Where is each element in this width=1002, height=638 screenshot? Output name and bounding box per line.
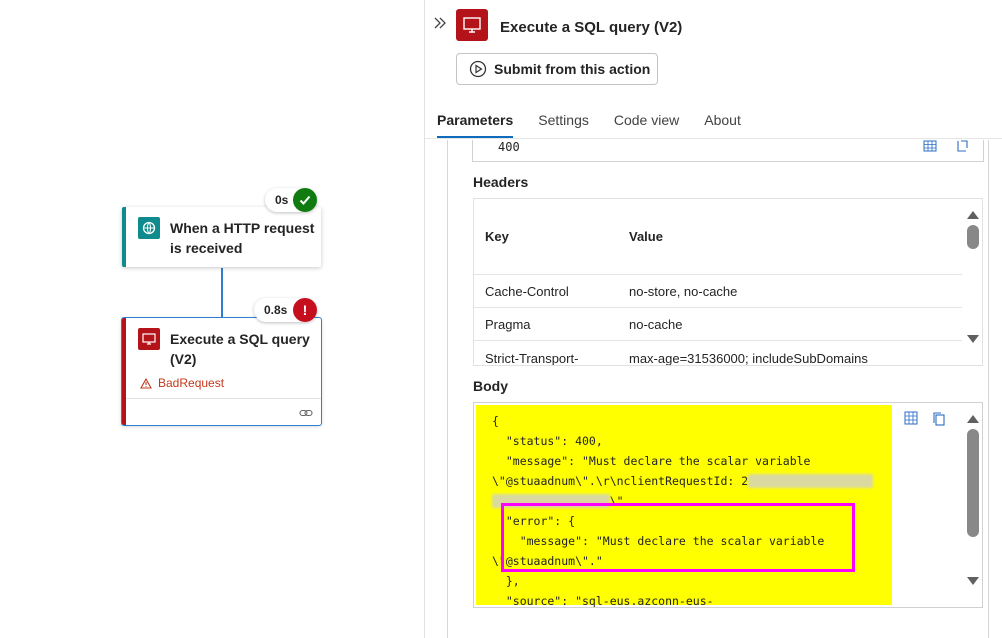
tab-settings[interactable]: Settings: [538, 110, 589, 139]
headers-table-container: Key Value Cache-Control no-store, no-cac…: [473, 198, 983, 366]
error-exclamation-icon: !: [293, 298, 317, 322]
tabs-divider: [425, 138, 1002, 139]
table-row: Strict-Transport-Security max-age=315360…: [474, 341, 962, 366]
headers-scrollbar[interactable]: [966, 211, 980, 359]
copy-icon[interactable]: [955, 140, 969, 152]
code-line: {: [492, 414, 499, 428]
submit-label: Submit from this action: [494, 61, 651, 77]
scroll-up-arrow[interactable]: [967, 211, 979, 219]
col-key: Key: [485, 229, 509, 244]
table-row: Pragma no-cache: [474, 308, 962, 341]
tab-about[interactable]: About: [704, 110, 741, 139]
status-code-field: 400: [472, 140, 984, 162]
tab-code-view[interactable]: Code view: [614, 110, 679, 139]
connection-link-icon[interactable]: [299, 405, 313, 423]
http-request-icon: [138, 217, 160, 239]
header-key: Cache-Control: [485, 283, 569, 299]
flow-connector: [221, 268, 223, 318]
sql-action-card[interactable]: Execute a SQL query (V2) BadRequest: [121, 317, 322, 426]
submit-from-action-button[interactable]: Submit from this action: [456, 53, 658, 85]
http-trigger-card[interactable]: When a HTTP request is received: [122, 207, 321, 267]
sql-duration-badge: 0.8s !: [254, 298, 317, 322]
sql-error-label: BadRequest: [158, 376, 225, 390]
header-value: no-cache: [629, 316, 683, 332]
table-view-icon[interactable]: [923, 140, 937, 152]
http-trigger-title: When a HTTP request is received: [170, 220, 315, 256]
body-code-editor[interactable]: { "status": 400, "message": "Must declar…: [473, 402, 983, 608]
http-duration: 0s: [275, 193, 289, 207]
code-line: "message": "Must declare the scalar vari…: [492, 454, 811, 468]
sql-action-title: Execute a SQL query (V2): [170, 331, 310, 367]
code-line: },: [492, 574, 520, 588]
warning-icon: [140, 377, 152, 389]
scroll-thumb[interactable]: [967, 429, 979, 537]
collapse-panel-icon[interactable]: [433, 16, 447, 35]
scroll-up-arrow[interactable]: [967, 415, 979, 423]
sql-duration: 0.8s: [264, 303, 288, 317]
table-row: Cache-Control no-store, no-cache: [474, 275, 962, 308]
sql-header-icon: [456, 9, 488, 41]
table-view-icon[interactable]: [904, 411, 918, 425]
code-line: "status": 400,: [492, 434, 603, 448]
designer-canvas: When a HTTP request is received 0s Execu…: [0, 0, 424, 638]
sql-error-status: BadRequest: [140, 376, 224, 390]
tab-parameters[interactable]: Parameters: [437, 110, 514, 139]
panel-tabs: Parameters Settings Code view About: [437, 110, 766, 139]
headers-table-header: Key Value: [474, 199, 962, 275]
header-key: Strict-Transport-Security: [485, 351, 579, 366]
scroll-thumb[interactable]: [967, 225, 979, 249]
parameters-content: 400 Headers Key Value Cache-Control no-s…: [447, 140, 989, 638]
headers-table: Key Value Cache-Control no-store, no-cac…: [474, 199, 962, 366]
body-scrollbar[interactable]: [966, 415, 980, 599]
sql-database-icon: [138, 328, 160, 350]
scroll-down-arrow[interactable]: [967, 577, 979, 585]
headers-label: Headers: [473, 174, 529, 190]
status-code-value: 400: [498, 140, 520, 154]
redacted-text: 7ff1aaf-4f55-40f7-: [748, 474, 873, 488]
header-value: max-age=31536000; includeSubDomains: [629, 351, 868, 366]
code-line: \"@stuaadnum\".\r\nclientRequestId: 2: [492, 474, 749, 488]
panel-title: Execute a SQL query (V2): [500, 19, 683, 36]
header-key: Pragma: [485, 316, 531, 332]
col-value: Value: [629, 229, 663, 244]
header-value: no-store, no-cache: [629, 283, 738, 299]
magenta-highlight-box: [501, 503, 855, 572]
success-check-icon: [293, 188, 317, 212]
play-circle-icon: [469, 60, 487, 78]
http-duration-badge: 0s: [265, 188, 317, 212]
scroll-down-arrow[interactable]: [967, 335, 979, 343]
body-label: Body: [473, 378, 508, 394]
code-line: "source": "sql-eus.azconn-eus-: [492, 594, 714, 608]
sql-card-footer: [126, 398, 321, 424]
copy-icon[interactable]: [932, 411, 946, 427]
action-details-panel: Execute a SQL query (V2) Submit from thi…: [424, 0, 1002, 638]
